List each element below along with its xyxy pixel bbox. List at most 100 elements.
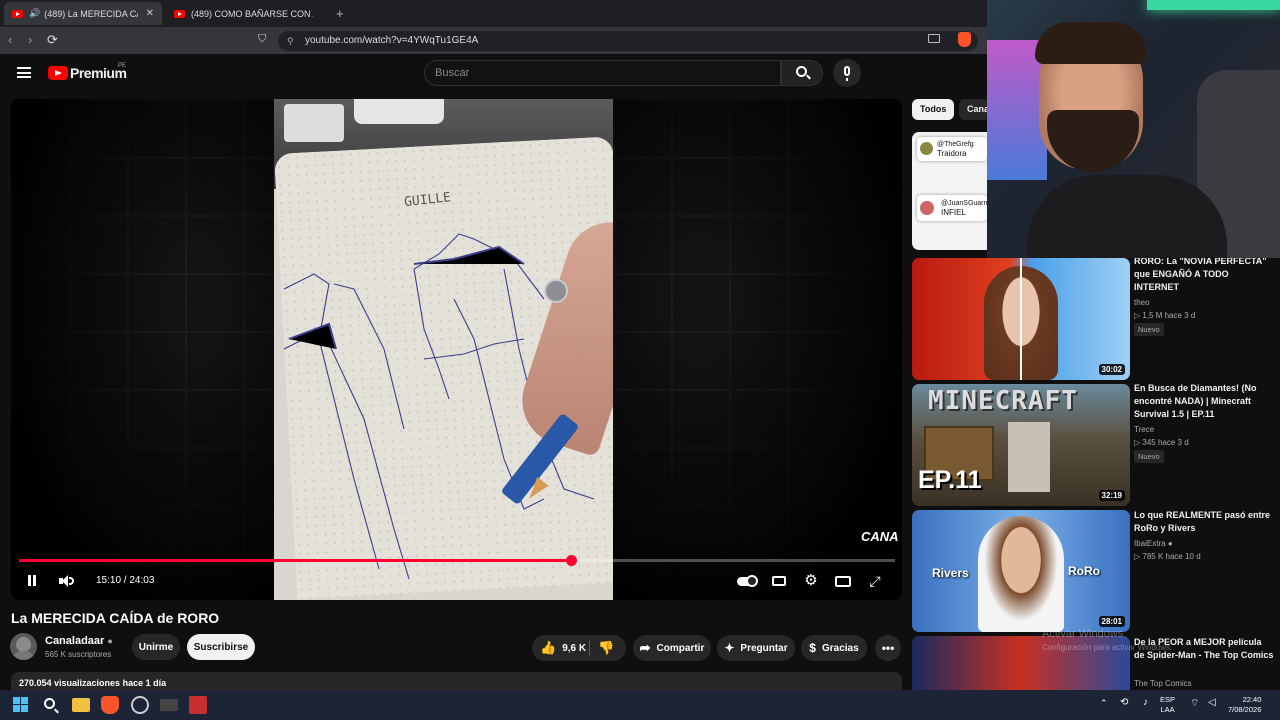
brave-shield-icon[interactable]: [958, 32, 971, 47]
character-shape: [1008, 422, 1050, 492]
bookmark-icon[interactable]: ⛉: [258, 33, 266, 46]
microphone-icon: [844, 66, 850, 76]
clock-time: 22:40: [1242, 695, 1262, 704]
brave-browser-icon[interactable]: [101, 696, 119, 714]
settings-button[interactable]: ⚙: [801, 573, 821, 589]
windows-taskbar: ⌃ ⟲ ♪ ESP LAA ⌔ ◁ 22:40 7/08/2026: [0, 690, 1280, 720]
address-bar[interactable]: ⚲ youtube.com/watch?v=4YWqTu1GE4A: [278, 31, 978, 51]
network-icon[interactable]: ⌔: [1190, 697, 1199, 710]
join-button[interactable]: Unirme: [132, 634, 180, 660]
language-indicator[interactable]: ESP LAA: [1160, 695, 1175, 715]
related-channel[interactable]: The Top Comics: [1134, 679, 1192, 688]
theater-mode-button[interactable]: [833, 573, 853, 589]
search-input[interactable]: Buscar: [424, 60, 781, 86]
chip-all[interactable]: Todos: [912, 99, 955, 120]
pause-icon: [28, 575, 31, 586]
fullscreen-icon: ⤢: [869, 573, 881, 589]
comment-handle: @JuanSGuarn: [941, 200, 988, 207]
related-channel[interactable]: theo: [1134, 298, 1150, 307]
url-text: youtube.com/watch?v=4YWqTu1GE4A: [305, 35, 479, 46]
channel-watermark[interactable]: CANA: [861, 529, 899, 544]
video-background-grid: [613, 99, 902, 600]
comment-text: Traidora: [937, 149, 967, 158]
time-display: 15:10 / 24:03: [96, 575, 155, 586]
like-icon[interactable]: 👍: [540, 640, 556, 656]
search-icon[interactable]: [42, 696, 60, 714]
search-button[interactable]: [781, 60, 823, 86]
avatar: [920, 142, 933, 155]
windows-start-icon[interactable]: [12, 696, 30, 714]
activation-line2: Configuración para activar Windows.: [1042, 643, 1173, 652]
duration-badge: 28:01: [1098, 616, 1125, 627]
related-channel[interactable]: Trece: [1134, 425, 1154, 434]
video-frame-notebook: GUILLE: [274, 99, 613, 600]
channel-avatar[interactable]: [10, 633, 37, 660]
microphone-icon[interactable]: ♪: [1143, 697, 1148, 708]
share-button[interactable]: ➦ Compartir: [633, 635, 711, 661]
related-stats: ▷ 785 K hace 10 d: [1134, 552, 1201, 561]
volume-button[interactable]: [56, 573, 76, 589]
autoplay-toggle[interactable]: [737, 573, 759, 589]
tray-app-icon[interactable]: ⟲: [1120, 697, 1128, 708]
clock-date: 7/08/2026: [1228, 705, 1262, 714]
channel-name[interactable]: Canaladaar ●: [45, 635, 113, 647]
more-actions-button[interactable]: •••: [875, 635, 901, 661]
related-thumbnail[interactable]: MINECRAFT EP.11 32:19: [912, 384, 1130, 506]
speaker-icon[interactable]: ◁: [1208, 697, 1216, 708]
activation-line1: Activar Windows: [1042, 628, 1124, 640]
related-thumbnail[interactable]: Rivers RoRo 28:01: [912, 510, 1130, 632]
related-title[interactable]: RORO: La "NOVIA PERFECTA" que ENGAÑÓ A T…: [1134, 255, 1274, 294]
chevron-up-icon[interactable]: ⌃: [1100, 698, 1108, 709]
browser-tab[interactable]: (489) COMO BAÑARSE CON AGUA Y: [166, 2, 321, 25]
youtube-favicon-icon: [12, 9, 23, 18]
thumbnail-episode: EP.11: [918, 466, 982, 494]
thanks-button[interactable]: $ Gracias: [801, 635, 867, 661]
avatar: [920, 201, 934, 215]
thumbnail-face: [978, 516, 1064, 632]
menu-icon[interactable]: [17, 67, 31, 78]
browser-tab-active[interactable]: 🔊 (489) La MERECIDA CAÍDA de ✕: [4, 2, 162, 25]
file-explorer-icon[interactable]: [72, 698, 90, 712]
thumbnail-label-left: Rivers: [932, 566, 969, 580]
youtube-logo-icon[interactable]: [48, 66, 68, 80]
subtitles-button[interactable]: [769, 573, 789, 589]
chip-channel[interactable]: Cana: [959, 99, 989, 120]
views-and-date: 270.054 visualizaciones hace 1 día: [19, 678, 167, 688]
cast-icon[interactable]: [928, 34, 940, 43]
comment-handle: @TheGrefg: [937, 141, 974, 148]
app-icon[interactable]: [160, 699, 178, 711]
like-count[interactable]: 9,6 K: [562, 643, 586, 654]
back-icon[interactable]: ‹: [8, 32, 12, 47]
close-tab-icon[interactable]: ✕: [146, 8, 154, 19]
related-thumbnail[interactable]: 30:02: [912, 258, 1130, 380]
subscribe-button[interactable]: Suscribirse: [187, 634, 255, 660]
video-player[interactable]: GUILLE CANA 15:10 / 24:03 ⚙ ⤢: [11, 99, 902, 600]
reload-icon[interactable]: ⟳: [47, 32, 58, 48]
webcam-overlay: [987, 0, 1280, 258]
comment-card: @JuanSGuarn INFIEL: [917, 195, 987, 221]
voice-search-button[interactable]: [833, 59, 861, 87]
dislike-icon[interactable]: 👎: [598, 640, 614, 656]
duration-badge: 32:19: [1098, 490, 1125, 501]
ask-button[interactable]: ✦ Preguntar: [717, 635, 795, 661]
clock[interactable]: 22:40 7/08/2026: [1228, 695, 1261, 715]
new-badge: Nuevo: [1134, 323, 1164, 336]
video-background-grid: [11, 99, 274, 600]
plus-icon[interactable]: +: [336, 6, 344, 21]
windows-activation-watermark: Activar Windows Configuración para activ…: [1042, 627, 1172, 655]
person-torso: [1027, 175, 1227, 258]
related-channel[interactable]: IbaiExtra ●: [1134, 539, 1173, 548]
related-title[interactable]: Lo que REALMENTE pasó entre RoRo y River…: [1134, 509, 1274, 535]
app-icon[interactable]: [189, 696, 207, 714]
related-title[interactable]: En Busca de Diamantes! (No encontré NADA…: [1134, 382, 1274, 421]
share-icon: ➦: [639, 640, 651, 655]
progress-bar[interactable]: [19, 555, 895, 566]
app-icon[interactable]: [131, 696, 149, 714]
site-info-icon[interactable]: ⚲: [287, 31, 294, 51]
pause-button[interactable]: [22, 573, 42, 589]
fullscreen-button[interactable]: ⤢: [865, 573, 885, 589]
forward-icon[interactable]: ›: [28, 32, 32, 47]
duration-badge: 30:02: [1098, 364, 1125, 375]
tab-title: (489) La MERECIDA CAÍDA de: [44, 8, 137, 19]
drawing-label: GUILLE: [403, 190, 451, 210]
